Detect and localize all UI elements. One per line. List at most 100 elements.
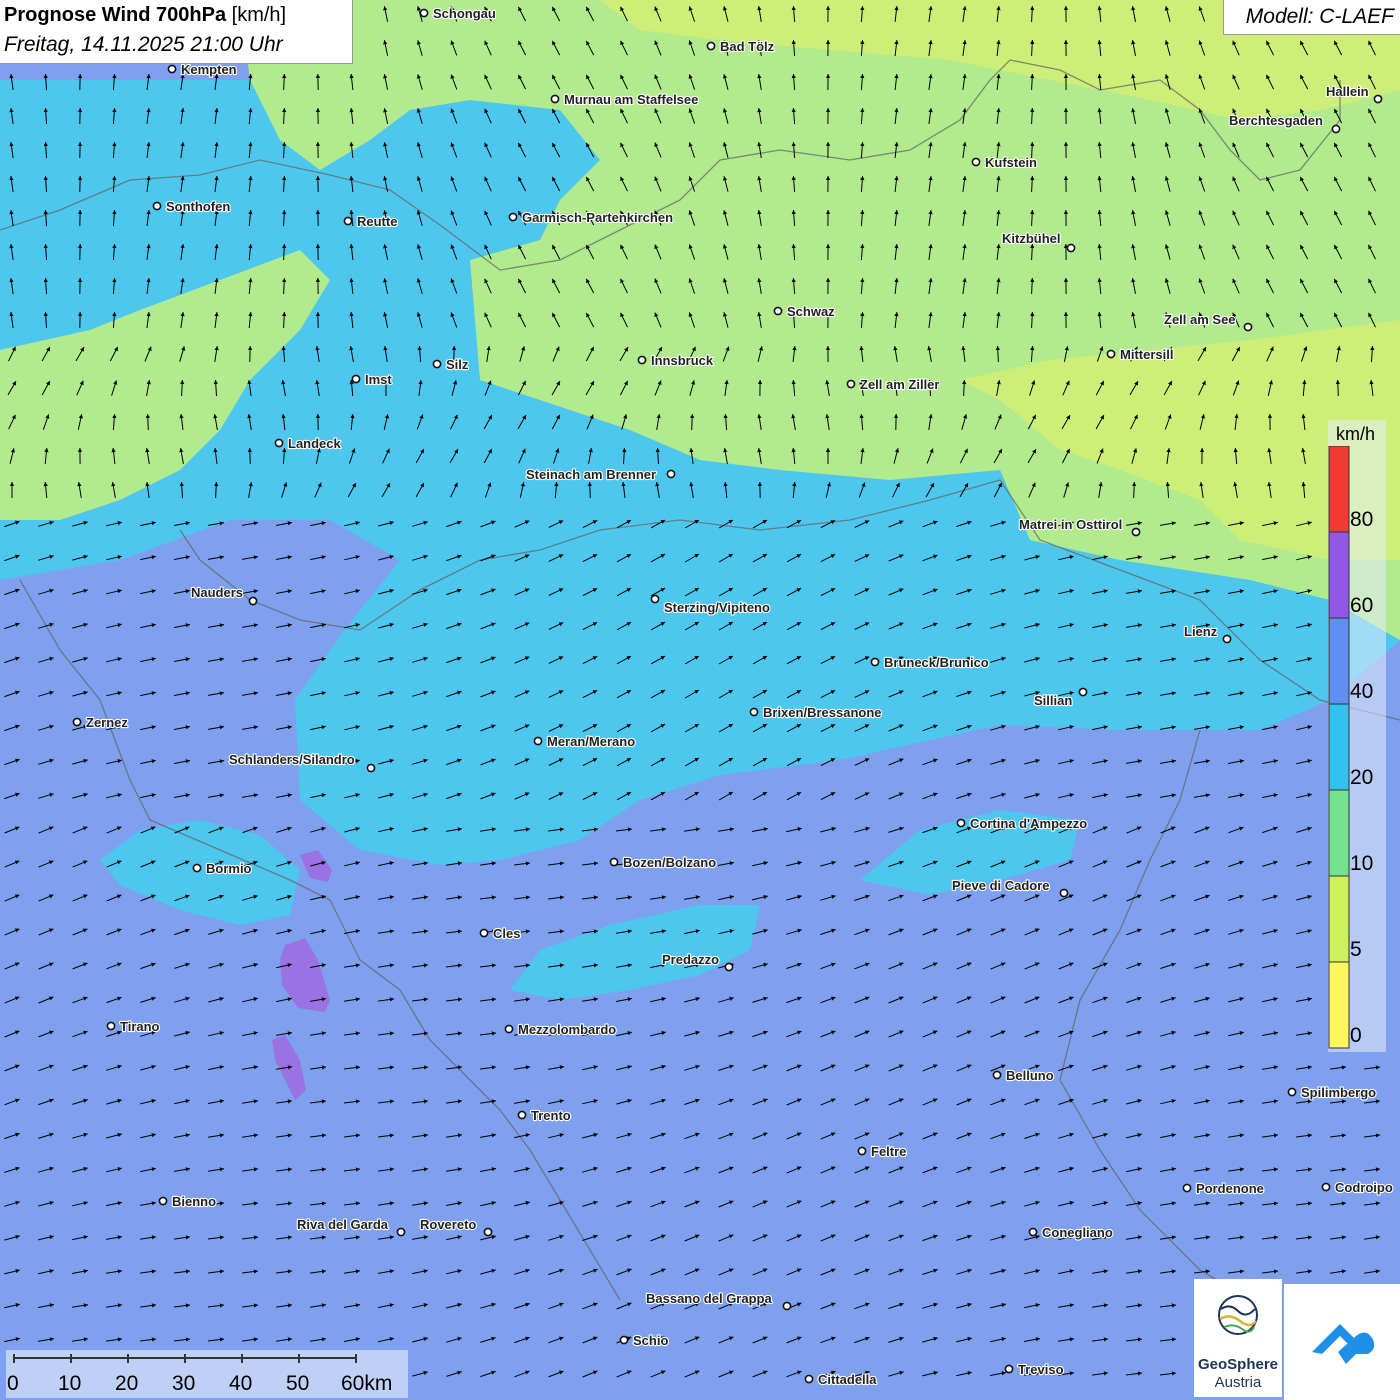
scale-label-50: 50 <box>286 1372 310 1395</box>
legend-label-40: 40 <box>1350 680 1374 703</box>
legend-colorbar <box>1328 446 1350 1049</box>
partner-logo[interactable] <box>1284 1284 1400 1400</box>
title-box: Prognose Wind 700hPa [km/h] Freitag, 14.… <box>0 0 353 64</box>
city-dot[interactable] <box>619 1335 629 1345</box>
city-label: Mezzolombardo <box>518 1022 616 1037</box>
city-label: Belluno <box>1006 1068 1054 1083</box>
city-dot[interactable] <box>609 857 619 867</box>
city-dot[interactable] <box>846 379 856 389</box>
city-dot[interactable] <box>550 94 560 104</box>
cloud-arrow-icon <box>1312 1324 1375 1364</box>
city-dot[interactable] <box>637 355 647 365</box>
city-dot[interactable] <box>666 469 676 479</box>
city-label: Meran/Merano <box>547 734 635 749</box>
city-dot[interactable] <box>1182 1183 1192 1193</box>
city-dot[interactable] <box>1331 124 1341 134</box>
city-label: Schwaz <box>787 304 835 319</box>
city-label: Sonthofen <box>166 199 230 214</box>
city-dot[interactable] <box>1066 243 1076 253</box>
city-label: Rovereto <box>420 1217 476 1232</box>
city-dot[interactable] <box>419 8 429 18</box>
city-dot[interactable] <box>167 64 177 74</box>
city-label: Murnau am Staffelsee <box>564 92 698 107</box>
city-dot[interactable] <box>971 157 981 167</box>
city-dot[interactable] <box>366 763 376 773</box>
wind-map[interactable]: Schongau Bad Tölz Kempten Murnau am Staffel… <box>0 0 1400 1400</box>
city-dot[interactable] <box>152 201 162 211</box>
city-label: Matrei in Osttirol <box>1019 517 1122 532</box>
city-dot[interactable] <box>517 1110 527 1120</box>
city-dot[interactable] <box>508 212 518 222</box>
city-label: Pieve di Cadore <box>952 878 1050 893</box>
city-label: Mittersill <box>1120 347 1173 362</box>
city-dot[interactable] <box>158 1196 168 1206</box>
legend-label-60: 60 <box>1350 594 1374 617</box>
city-label: Innsbruck <box>651 353 714 368</box>
forecast-datetime: Freitag, 14.11.2025 21:00 Uhr <box>4 33 283 56</box>
city-dot[interactable] <box>504 1024 514 1034</box>
city-label: Hallein <box>1326 84 1369 99</box>
city-label: Bozen/Bolzano <box>623 855 716 870</box>
city-dot[interactable] <box>1373 94 1383 104</box>
city-dot[interactable] <box>956 818 966 828</box>
legend-swatch <box>1328 703 1350 791</box>
city-dot[interactable] <box>1004 1364 1014 1374</box>
city-label: Kempten <box>181 62 237 77</box>
city-dot[interactable] <box>1287 1087 1297 1097</box>
city-label: Treviso <box>1018 1362 1064 1377</box>
city-dot[interactable] <box>870 657 880 667</box>
legend-label-80: 80 <box>1350 508 1374 531</box>
city-label: Zell am Ziller <box>860 377 939 392</box>
city-dot[interactable] <box>857 1146 867 1156</box>
city-dot[interactable] <box>782 1301 792 1311</box>
city-dot[interactable] <box>804 1374 814 1384</box>
city-label: Reutte <box>357 214 397 229</box>
city-dot[interactable] <box>351 374 361 384</box>
city-label: Zell am See <box>1164 312 1236 327</box>
city-dot[interactable] <box>1243 322 1253 332</box>
city-dot[interactable] <box>432 359 442 369</box>
scale-label-10: 10 <box>58 1372 82 1395</box>
city-dot[interactable] <box>343 216 353 226</box>
city-label: Conegliano <box>1042 1225 1113 1240</box>
city-dot[interactable] <box>1106 349 1116 359</box>
city-dot[interactable] <box>72 717 82 727</box>
city-dot[interactable] <box>1222 634 1232 644</box>
city-dot[interactable] <box>706 41 716 51</box>
city-label: Schio <box>633 1333 668 1348</box>
city-dot[interactable] <box>1059 888 1069 898</box>
city-label: Lienz <box>1184 624 1218 639</box>
city-dot[interactable] <box>248 596 258 606</box>
city-dot[interactable] <box>773 306 783 316</box>
city-label: Bruneck/Brunico <box>884 655 989 670</box>
city-dot[interactable] <box>274 438 284 448</box>
city-dot[interactable] <box>1028 1227 1038 1237</box>
city-dot[interactable] <box>192 863 202 873</box>
city-dot[interactable] <box>396 1227 406 1237</box>
legend-swatch <box>1328 875 1350 963</box>
legend-swatch <box>1328 446 1350 533</box>
city-dot[interactable] <box>483 1227 493 1237</box>
map-title: Prognose Wind 700hPa [km/h] <box>4 4 287 26</box>
city-dot[interactable] <box>533 736 543 746</box>
city-dot[interactable] <box>1078 687 1088 697</box>
city-dot[interactable] <box>106 1021 116 1031</box>
city-dot[interactable] <box>1321 1182 1331 1192</box>
legend-unit: km/h <box>1336 424 1376 444</box>
city-label: Trento <box>531 1108 571 1123</box>
city-label: Spilimbergo <box>1301 1085 1376 1100</box>
logo-sub: Austria <box>1214 1374 1262 1391</box>
city-dot[interactable] <box>1131 527 1141 537</box>
city-dot[interactable] <box>650 594 660 604</box>
scale-label-40: 40 <box>229 1372 253 1395</box>
city-label: Riva del Garda <box>297 1217 389 1232</box>
geosphere-logo-icon <box>1218 1295 1258 1335</box>
city-dot[interactable] <box>992 1070 1002 1080</box>
city-dot[interactable] <box>724 962 734 972</box>
city-label: Kufstein <box>985 155 1037 170</box>
city-label: Kitzbühel <box>1002 231 1061 246</box>
scale-label-30: 30 <box>172 1372 196 1395</box>
title-unit: [km/h] <box>231 4 287 26</box>
city-dot[interactable] <box>749 707 759 717</box>
city-dot[interactable] <box>479 928 489 938</box>
